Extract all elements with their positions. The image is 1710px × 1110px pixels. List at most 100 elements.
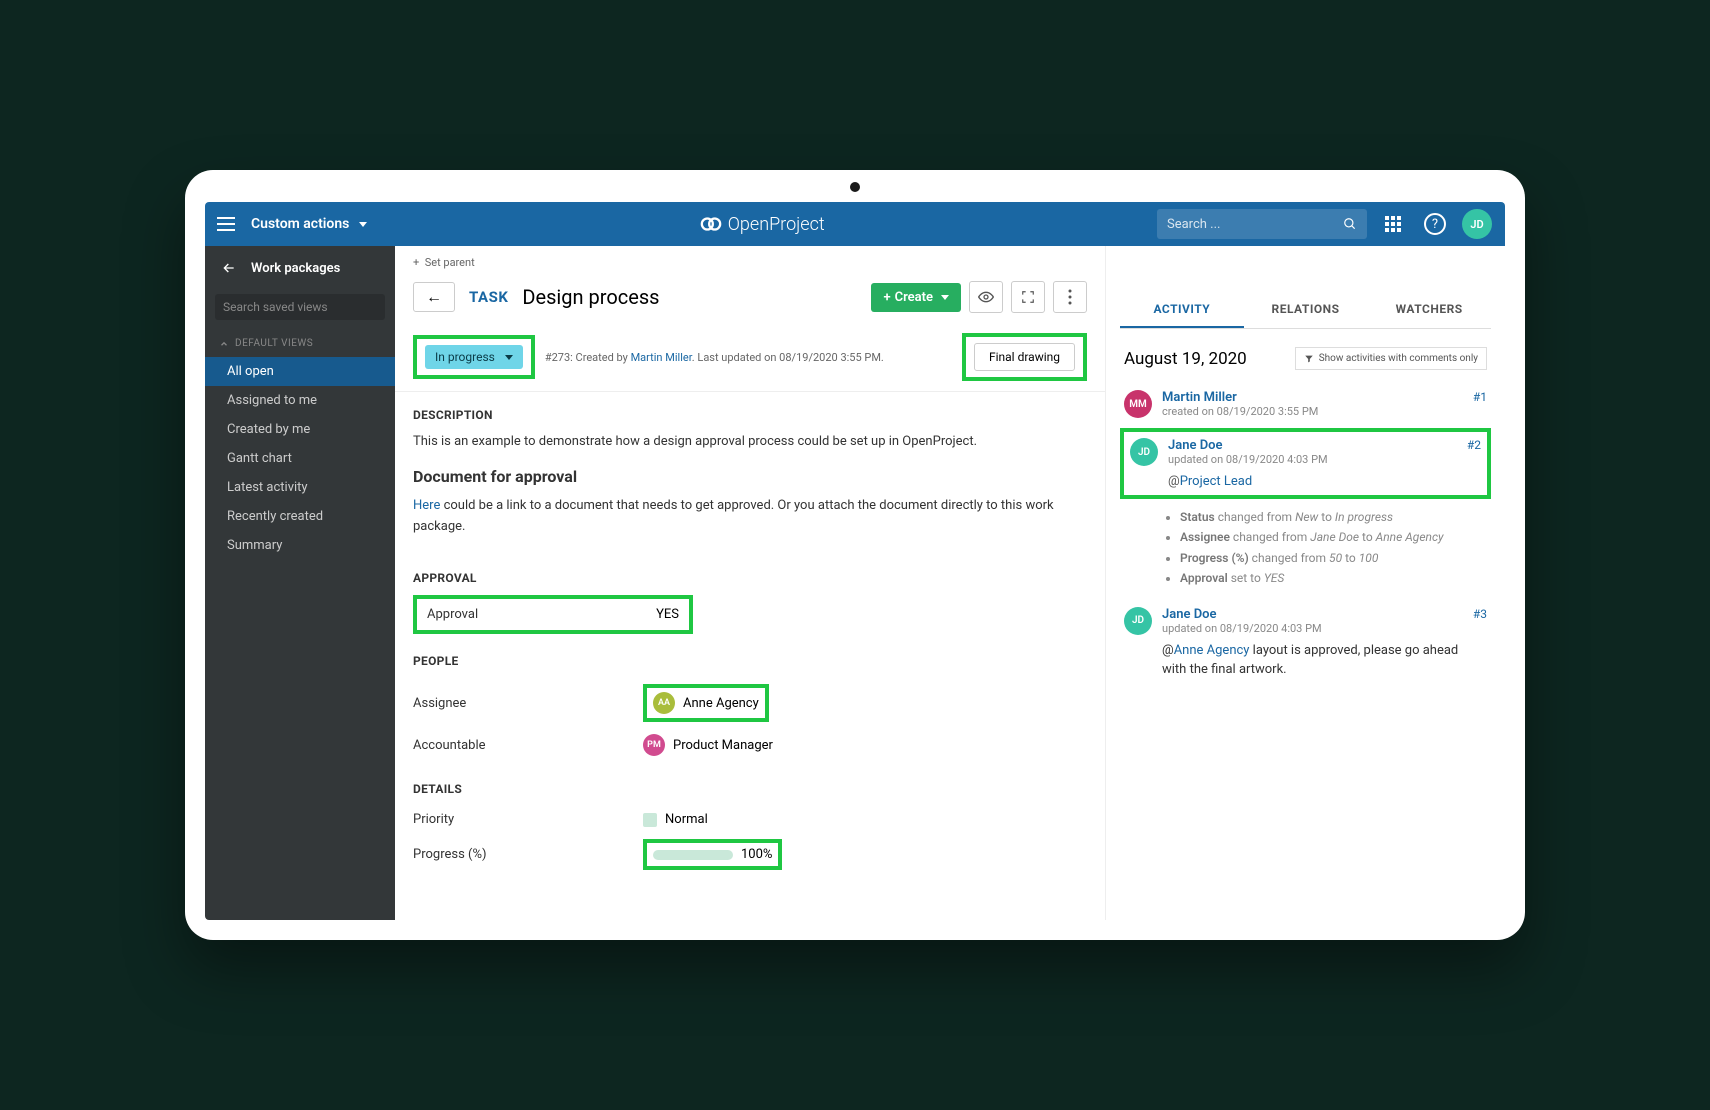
back-arrow-icon: [221, 260, 237, 276]
title-actions: + Create: [871, 281, 1087, 313]
fullscreen-icon[interactable]: [1011, 281, 1045, 313]
chevron-up-icon: [219, 339, 229, 349]
wp-title[interactable]: Design process: [522, 285, 659, 309]
author-link[interactable]: Martin Miller: [631, 351, 692, 364]
section-title-details: DETAILS: [413, 782, 1087, 796]
top-bar: Custom actions OpenProject ? JD: [205, 202, 1505, 246]
entry-number[interactable]: #2: [1467, 438, 1481, 489]
entry-time: updated on 08/19/2020 4:03 PM: [1162, 622, 1463, 635]
sidebar-header[interactable]: Work packages: [205, 246, 395, 290]
back-button[interactable]: ←: [413, 282, 455, 312]
app-screen: Custom actions OpenProject ? JD Work pac…: [205, 202, 1505, 920]
action-highlight: Final drawing: [962, 333, 1087, 381]
user-avatar[interactable]: JD: [1461, 208, 1493, 240]
custom-action-button[interactable]: Final drawing: [974, 343, 1075, 371]
sidebar-item-all-open[interactable]: All open: [205, 357, 395, 386]
sidebar-item-assigned[interactable]: Assigned to me: [205, 386, 395, 415]
search-icon: [1343, 217, 1357, 231]
activity-date: August 19, 2020: [1124, 349, 1247, 369]
assignee-avatar: AA: [653, 692, 675, 714]
sidebar-search[interactable]: [215, 294, 385, 320]
change-item: Assignee changed from Jane Doe to Anne A…: [1180, 527, 1491, 547]
sidebar-item-gantt[interactable]: Gantt chart: [205, 444, 395, 473]
wp-type[interactable]: TASK: [469, 288, 508, 306]
assignee-field[interactable]: Assignee AAAnne Agency: [413, 678, 1087, 728]
entry-avatar: MM: [1124, 390, 1152, 418]
progress-field[interactable]: Progress (%) 100%: [413, 833, 1087, 876]
priority-field[interactable]: Priority Normal: [413, 806, 1087, 833]
details-section: DETAILS Priority Normal Progress (%) 100…: [395, 766, 1105, 880]
sidebar-search-input[interactable]: [223, 300, 379, 314]
change-item: Progress (%) changed from 50 to 100: [1180, 548, 1491, 568]
breadcrumb-title[interactable]: Custom actions: [251, 216, 349, 232]
brand-name: OpenProject: [728, 214, 825, 235]
tab-relations[interactable]: RELATIONS: [1244, 292, 1368, 328]
assignee-highlight: AAAnne Agency: [643, 684, 769, 722]
title-row: ← TASK Design process + Create: [395, 275, 1105, 327]
comment-text: @Anne Agency layout is approved, please …: [1162, 641, 1463, 680]
accountable-avatar: PM: [643, 734, 665, 756]
approval-field[interactable]: Approval YES: [421, 607, 685, 622]
mention-link[interactable]: Project Lead: [1180, 474, 1252, 489]
help-icon[interactable]: ?: [1419, 208, 1451, 240]
sidebar-title: Work packages: [251, 261, 340, 276]
people-section: PEOPLE Assignee AAAnne Agency Accountabl…: [395, 638, 1105, 766]
status-dropdown[interactable]: In progress: [425, 345, 523, 369]
more-icon[interactable]: [1053, 281, 1087, 313]
activity-tabs: ACTIVITY RELATIONS WATCHERS: [1120, 292, 1491, 329]
entry-time: updated on 08/19/2020 4:03 PM: [1168, 453, 1457, 466]
menu-icon[interactable]: [217, 217, 235, 231]
activity-entry: JD Jane Doe updated on 08/19/2020 4:03 P…: [1130, 438, 1481, 489]
status-highlight: In progress: [413, 335, 535, 379]
tablet-frame: Custom actions OpenProject ? JD Work pac…: [185, 170, 1525, 940]
sidebar-group-label[interactable]: DEFAULT VIEWS: [205, 330, 395, 357]
activity-date-header: August 19, 2020 Show activities with com…: [1120, 329, 1491, 380]
change-item: Status changed from New to In progress: [1180, 507, 1491, 527]
search-input[interactable]: [1167, 217, 1343, 232]
sidebar-item-latest[interactable]: Latest activity: [205, 473, 395, 502]
activity-panel: ACTIVITY RELATIONS WATCHERS August 19, 2…: [1105, 246, 1505, 920]
section-title-description: DESCRIPTION: [413, 408, 1087, 422]
sidebar-item-recent[interactable]: Recently created: [205, 502, 395, 531]
description-p2[interactable]: Here could be a link to a document that …: [413, 496, 1087, 538]
chevron-down-icon: [359, 222, 367, 227]
sidebar-item-summary[interactable]: Summary: [205, 531, 395, 560]
work-package-detail: + Set parent ← TASK Design process + Cre…: [395, 246, 1105, 920]
status-row: In progress #273: Created by Martin Mill…: [395, 327, 1105, 392]
modules-icon[interactable]: [1377, 208, 1409, 240]
entry-highlight: JD Jane Doe updated on 08/19/2020 4:03 P…: [1120, 428, 1491, 499]
watch-icon[interactable]: [969, 281, 1003, 313]
tab-activity[interactable]: ACTIVITY: [1120, 292, 1244, 328]
brand-logo[interactable]: OpenProject: [367, 213, 1157, 235]
section-title-people: PEOPLE: [413, 654, 1087, 668]
section-title-approval: APPROVAL: [413, 571, 1087, 585]
activity-entry: JD Jane Doe updated on 08/19/2020 4:03 P…: [1120, 597, 1491, 690]
doc-link[interactable]: Here: [413, 498, 440, 513]
camera-dot: [850, 182, 860, 192]
entry-author[interactable]: Jane Doe: [1168, 438, 1223, 453]
entry-author[interactable]: Martin Miller: [1162, 390, 1237, 405]
entry-avatar: JD: [1124, 607, 1152, 635]
description-section: DESCRIPTION This is an example to demons…: [395, 392, 1105, 555]
entry-number[interactable]: #3: [1473, 607, 1487, 680]
app-body: Work packages DEFAULT VIEWS All open Ass…: [205, 246, 1505, 920]
progress-bar: [653, 850, 733, 860]
global-search[interactable]: [1157, 209, 1367, 239]
filter-icon: [1304, 354, 1314, 364]
entry-time: created on 08/19/2020 3:55 PM: [1162, 405, 1463, 418]
activity-entry: MM Martin Miller created on 08/19/2020 3…: [1120, 380, 1491, 428]
main-area: + Set parent ← TASK Design process + Cre…: [395, 246, 1505, 920]
mention-link[interactable]: Anne Agency: [1174, 643, 1250, 658]
tab-watchers[interactable]: WATCHERS: [1367, 292, 1491, 328]
entry-number[interactable]: #1: [1473, 390, 1487, 418]
sidebar-item-created[interactable]: Created by me: [205, 415, 395, 444]
accountable-field[interactable]: Accountable PMProduct Manager: [413, 728, 1087, 762]
activity-filter[interactable]: Show activities with comments only: [1295, 347, 1487, 370]
description-p1[interactable]: This is an example to demonstrate how a …: [413, 432, 1087, 453]
progress-highlight: 100%: [643, 839, 782, 870]
create-button[interactable]: + Create: [871, 283, 961, 312]
entry-author[interactable]: Jane Doe: [1162, 607, 1217, 622]
set-parent-link[interactable]: + Set parent: [395, 246, 1105, 275]
change-item: Approval set to YES: [1180, 568, 1491, 588]
sidebar: Work packages DEFAULT VIEWS All open Ass…: [205, 246, 395, 920]
